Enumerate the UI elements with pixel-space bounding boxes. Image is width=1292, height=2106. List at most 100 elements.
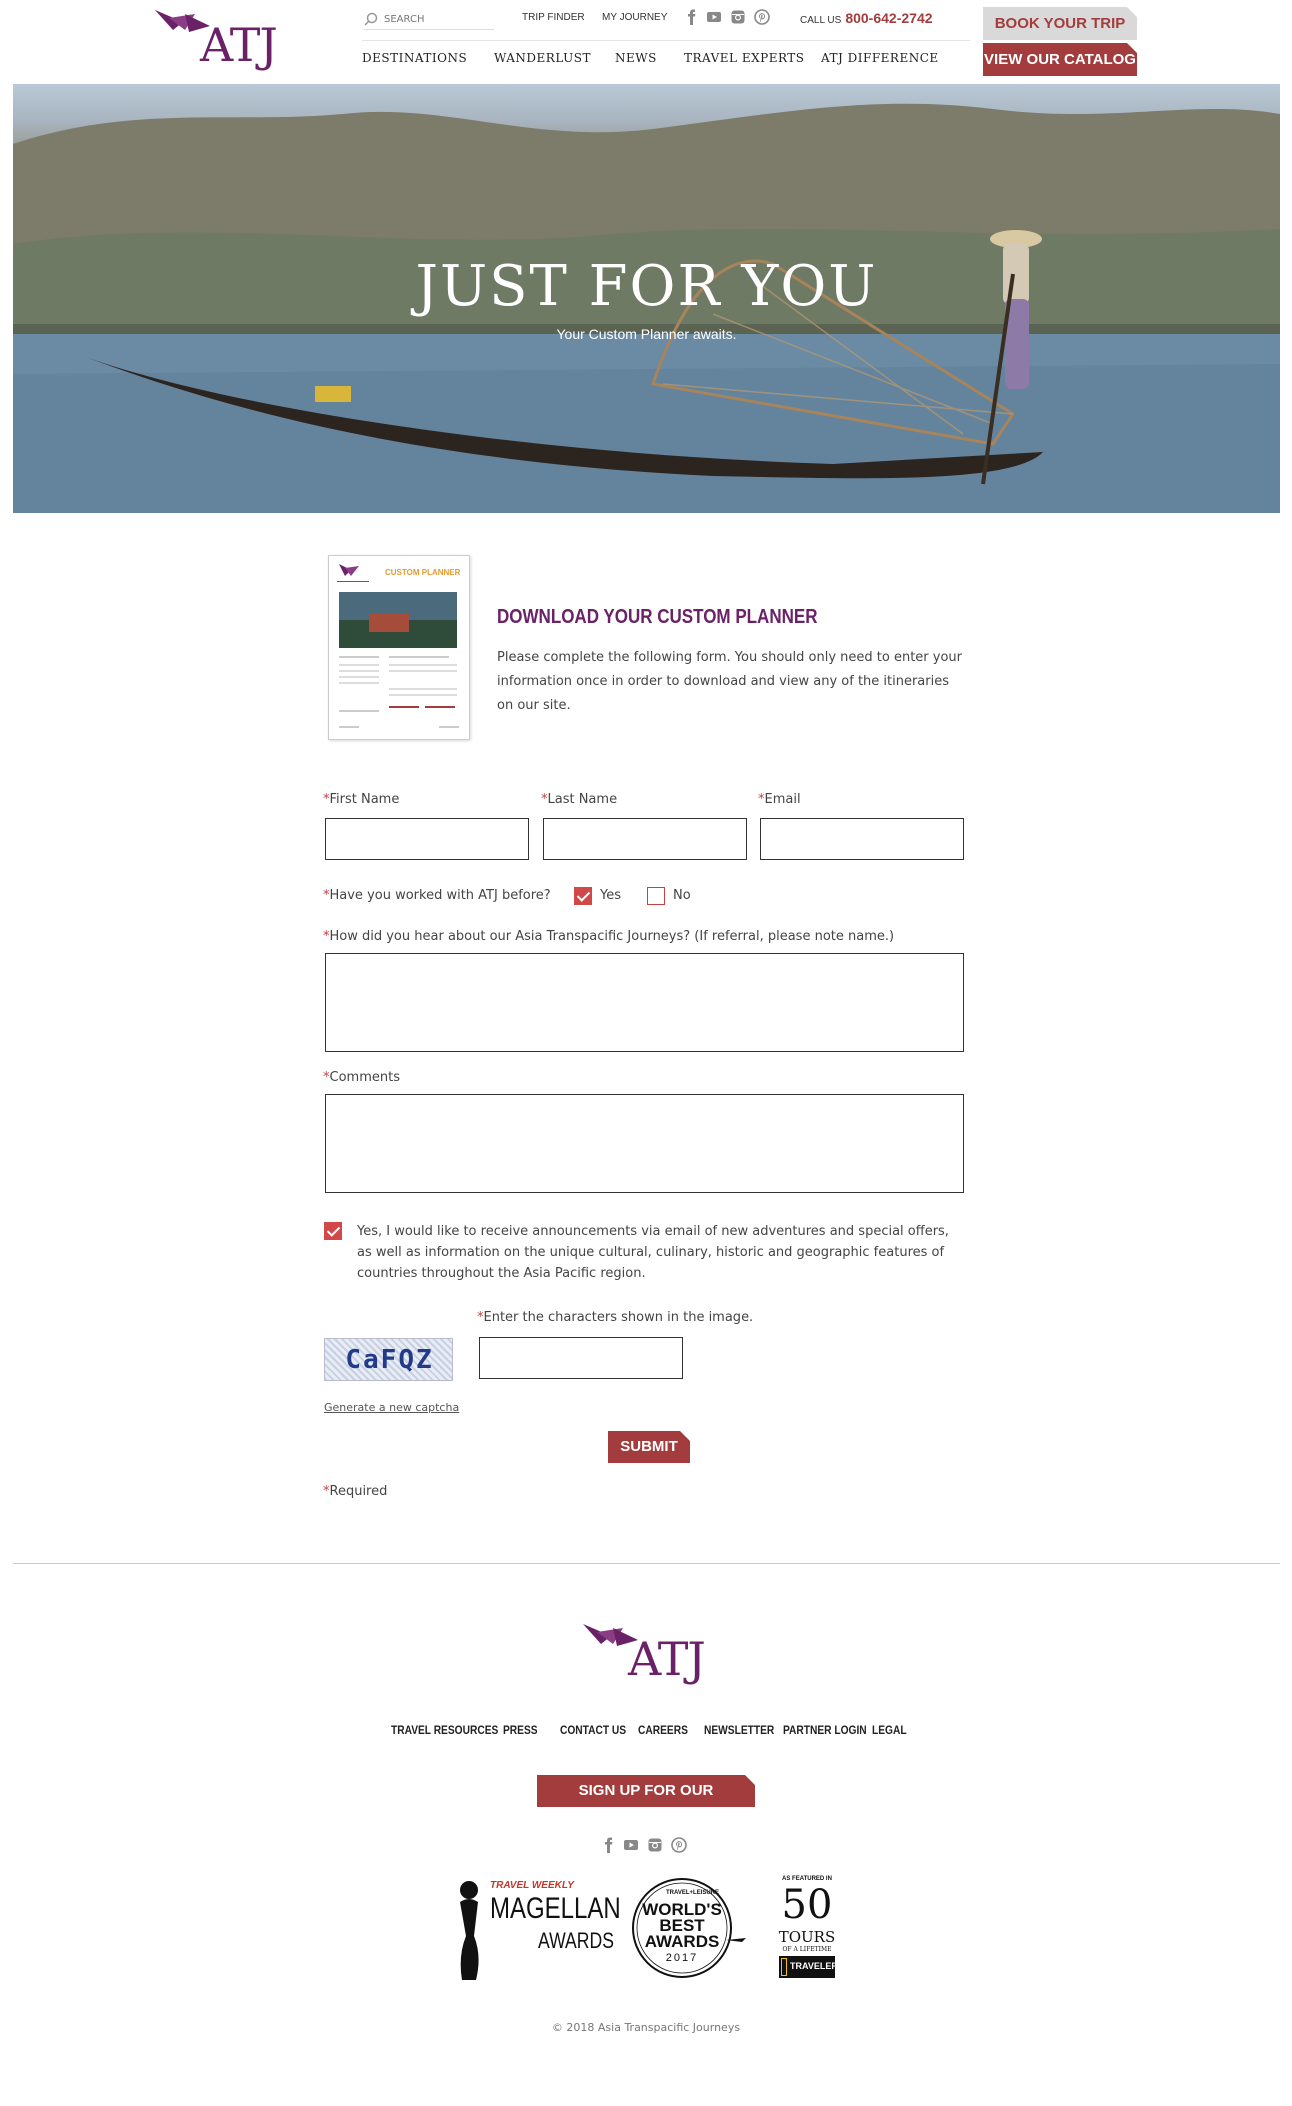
first-name-field[interactable] xyxy=(325,818,529,860)
comments-textarea[interactable] xyxy=(326,1095,963,1192)
captcha-label: *Enter the characters shown in the image… xyxy=(477,1310,753,1325)
phone-number[interactable]: 800-642-2742 xyxy=(845,10,932,26)
instagram-icon[interactable] xyxy=(647,1837,663,1853)
ng-tours: TOURS xyxy=(778,1928,836,1946)
magellan-main-text: MAGELLAN xyxy=(490,1892,621,1925)
captcha-code: CaFQZ xyxy=(345,1345,434,1375)
comments-field[interactable] xyxy=(325,1094,964,1193)
worked-yes-label: Yes xyxy=(600,888,621,903)
my-journey-link[interactable]: MY JOURNEY xyxy=(602,12,667,23)
nav-wanderlust[interactable]: WANDERLUST xyxy=(494,51,591,65)
worked-yes-checkbox[interactable] xyxy=(574,887,592,905)
captcha-image: CaFQZ xyxy=(324,1338,453,1381)
national-geographic-badge: AS FEATURED IN 50 TOURS OF A LIFETIME TR… xyxy=(776,1876,838,1980)
comments-label: *Comments xyxy=(323,1070,400,1085)
wb-line3: AWARDS xyxy=(644,1932,720,1951)
email-field[interactable] xyxy=(760,818,964,860)
site-header: ATJ TRIP FINDER MY JOURNEY CALL US800-64… xyxy=(0,0,1292,84)
magellan-sub-text: AWARDS xyxy=(538,1928,614,1953)
worked-label-text: Have you worked with ATJ before? xyxy=(329,888,551,903)
captcha-label-text: Enter the characters shown in the image. xyxy=(483,1310,754,1325)
trip-finder-link[interactable]: TRIP FINDER xyxy=(522,12,585,23)
hear-about-label: *How did you hear about our Asia Transpa… xyxy=(323,929,894,944)
generate-captcha-link[interactable]: Generate a new captcha xyxy=(324,1401,459,1414)
pinterest-icon[interactable] xyxy=(671,1837,687,1853)
consent-text: Yes, I would like to receive announcemen… xyxy=(357,1224,949,1281)
corner-fold xyxy=(680,1431,690,1441)
search-icon xyxy=(364,12,378,26)
nav-news[interactable]: NEWS xyxy=(615,51,657,65)
required-note-text: Required xyxy=(329,1484,388,1499)
footer-atj-logo[interactable]: ATJ xyxy=(583,1622,708,1692)
nav-destinations[interactable]: DESTINATIONS xyxy=(362,51,467,65)
call-label: CALL US xyxy=(800,15,842,26)
worked-no-checkbox[interactable] xyxy=(647,887,665,905)
corner-fold xyxy=(1127,43,1137,53)
ng-lifetime: OF A LIFETIME xyxy=(782,1946,832,1953)
captcha-input[interactable] xyxy=(480,1338,682,1378)
magellan-awards-badge: TRAVEL WEEKLY MAGELLAN AWARDS xyxy=(452,1876,621,1980)
consent-checkbox[interactable] xyxy=(324,1222,342,1240)
last-name-input[interactable] xyxy=(544,819,746,859)
footer-press[interactable]: PRESS xyxy=(503,1723,538,1737)
hero-title: JUST FOR YOU xyxy=(415,254,878,319)
hero-subtitle: Your Custom Planner awaits. xyxy=(556,326,737,342)
worked-with-atj-label: *Have you worked with ATJ before? xyxy=(323,888,551,903)
nav-atj-difference[interactable]: ATJ DIFFERENCE xyxy=(821,51,939,65)
footer-travel-resources[interactable]: TRAVEL RESOURCES xyxy=(391,1723,498,1737)
nav-travel-experts[interactable]: TRAVEL EXPERTS xyxy=(684,51,805,65)
facebook-icon[interactable] xyxy=(684,9,700,25)
pinterest-icon[interactable] xyxy=(754,9,770,25)
last-name-label: *Last Name xyxy=(541,792,617,807)
search-input[interactable] xyxy=(384,10,484,28)
instagram-icon[interactable] xyxy=(730,9,746,25)
last-name-label-text: Last Name xyxy=(547,792,618,807)
call-us: CALL US 800-642-2742 xyxy=(800,10,933,26)
first-name-label-text: First Name xyxy=(329,792,400,807)
hear-label-text: How did you hear about our Asia Transpac… xyxy=(329,929,895,944)
footer-logo-text: ATJ xyxy=(628,1632,706,1686)
magellan-top-text: TRAVEL WEEKLY xyxy=(490,1880,574,1891)
submit-button[interactable]: SUBMIT xyxy=(608,1431,690,1463)
hear-about-field[interactable] xyxy=(325,953,964,1052)
intro-title: DOWNLOAD YOUR CUSTOM PLANNER xyxy=(497,606,818,628)
newsletter-signup-button[interactable]: SIGN UP FOR OUR NEWSLETTER xyxy=(537,1775,755,1831)
book-your-trip-button[interactable]: BOOK YOUR TRIP xyxy=(983,7,1137,40)
youtube-icon[interactable] xyxy=(706,9,722,25)
magellan-figure-icon xyxy=(460,1881,479,1980)
required-note: *Required xyxy=(323,1484,387,1499)
view-catalog-button[interactable]: VIEW OUR CATALOG xyxy=(983,43,1137,76)
footer-careers[interactable]: CAREERS xyxy=(638,1723,688,1737)
last-name-field[interactable] xyxy=(543,818,747,860)
captcha-field[interactable] xyxy=(479,1337,683,1379)
corner-fold xyxy=(745,1775,755,1785)
wb-year: 2017 xyxy=(665,1952,699,1964)
footer-divider xyxy=(13,1563,1280,1564)
ng-brand-text: TRAVELER xyxy=(790,1961,838,1971)
copyright: © 2018 Asia Transpacific Journeys xyxy=(551,2021,741,2034)
submit-label: SUBMIT xyxy=(620,1438,678,1455)
email-input[interactable] xyxy=(761,819,963,859)
book-label: BOOK YOUR TRIP xyxy=(994,15,1126,32)
ng-yellow-frame-icon xyxy=(781,1958,787,1976)
planner-thumb-title: CUSTOM PLANNER xyxy=(385,568,461,577)
planner-preview-illustration xyxy=(337,564,459,728)
worlds-best-awards-badge: TRAVEL+LEISURE WORLD'S BEST AWARDS 2017 xyxy=(630,1876,748,1980)
wb-top-text: TRAVEL+LEISURE xyxy=(666,1890,720,1896)
email-label-text: Email xyxy=(764,792,801,807)
email-label: *Email xyxy=(758,792,801,807)
facebook-icon[interactable] xyxy=(601,1837,617,1853)
search-box[interactable] xyxy=(364,10,494,30)
youtube-icon[interactable] xyxy=(623,1837,639,1853)
first-name-label: *First Name xyxy=(323,792,399,807)
first-name-input[interactable] xyxy=(326,819,528,859)
atj-logo[interactable]: ATJ xyxy=(155,8,280,78)
footer-legal[interactable]: LEGAL xyxy=(872,1723,907,1737)
custom-planner-thumbnail: CUSTOM PLANNER xyxy=(328,555,470,740)
hear-about-textarea[interactable] xyxy=(326,954,963,1051)
footer-contact-us[interactable]: CONTACT US xyxy=(560,1723,626,1737)
footer-partner-login[interactable]: PARTNER LOGIN xyxy=(783,1723,867,1737)
intro-text: Please complete the following form. You … xyxy=(497,650,963,713)
newsletter-label: SIGN UP FOR OUR NEWSLETTER xyxy=(578,1782,714,1831)
footer-newsletter[interactable]: NEWSLETTER xyxy=(704,1723,774,1737)
